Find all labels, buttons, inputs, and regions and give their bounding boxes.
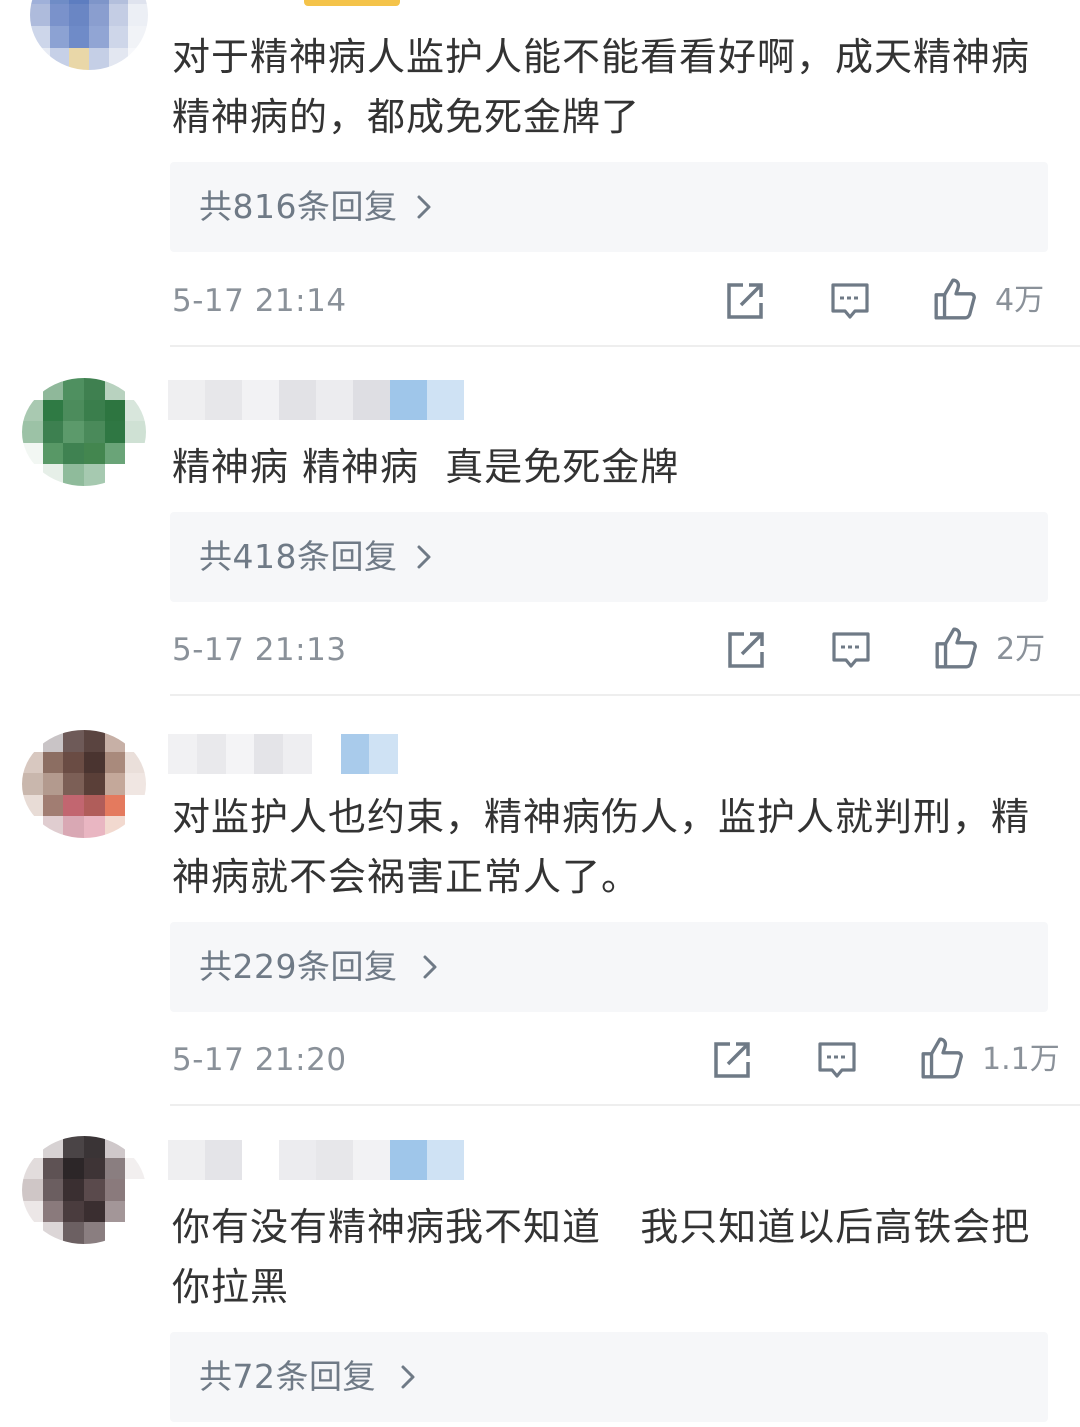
- comment-text: 对于精神病人监护人能不能看看好啊，成天精神病精神病的，都成免死金牌了: [172, 35, 1031, 139]
- user-badge: [304, 0, 400, 6]
- avatar[interactable]: [22, 730, 146, 838]
- like-count: 1.1万: [982, 1042, 1060, 1077]
- comment-text: 精神病 精神病 真是免死金牌: [172, 445, 680, 489]
- comment-icon[interactable]: [815, 1038, 859, 1082]
- divider: [170, 1104, 1080, 1106]
- comment-text: 对监护人也约束，精神病伤人，监护人就判刑，精神病就不会祸害正常人了。: [172, 795, 1031, 899]
- comment-icon[interactable]: [828, 279, 872, 323]
- avatar[interactable]: [22, 1136, 146, 1244]
- comment-time: 5-17 21:20: [172, 1042, 347, 1078]
- view-replies-button[interactable]: 共418条回复: [170, 512, 1048, 602]
- divider: [170, 694, 1080, 696]
- divider: [170, 345, 1080, 347]
- share-icon[interactable]: [724, 628, 768, 672]
- like-count: 4万: [995, 283, 1045, 318]
- chevron-right-icon: [401, 1365, 415, 1389]
- replies-count: 共816条回复: [199, 187, 398, 226]
- username[interactable]: [168, 1140, 464, 1180]
- view-replies-button[interactable]: 共229条回复: [170, 922, 1048, 1012]
- share-icon[interactable]: [710, 1038, 754, 1082]
- comment-time: 5-17 21:13: [172, 632, 347, 668]
- view-replies-button[interactable]: 共72条回复: [170, 1332, 1048, 1422]
- like-count: 2万: [996, 632, 1046, 667]
- comment-time: 5-17 21:14: [172, 283, 347, 319]
- chevron-right-icon: [423, 955, 437, 979]
- thumbs-up-icon[interactable]: [933, 625, 979, 671]
- chevron-right-icon: [417, 545, 431, 569]
- replies-count: 共72条回复: [199, 1357, 376, 1396]
- share-icon[interactable]: [723, 279, 767, 323]
- avatar[interactable]: [30, 0, 148, 70]
- chevron-right-icon: [417, 195, 431, 219]
- comment-icon[interactable]: [829, 628, 873, 672]
- username[interactable]: [168, 380, 464, 420]
- thumbs-up-icon[interactable]: [919, 1035, 965, 1081]
- avatar[interactable]: [22, 378, 146, 486]
- comment-text: 你有没有精神病我不知道 我只知道以后高铁会把你拉黑: [172, 1205, 1031, 1309]
- thumbs-up-icon[interactable]: [932, 276, 978, 322]
- view-replies-button[interactable]: 共816条回复: [170, 162, 1048, 252]
- replies-count: 共418条回复: [199, 537, 398, 576]
- username[interactable]: [168, 734, 398, 774]
- replies-count: 共229条回复: [199, 947, 398, 986]
